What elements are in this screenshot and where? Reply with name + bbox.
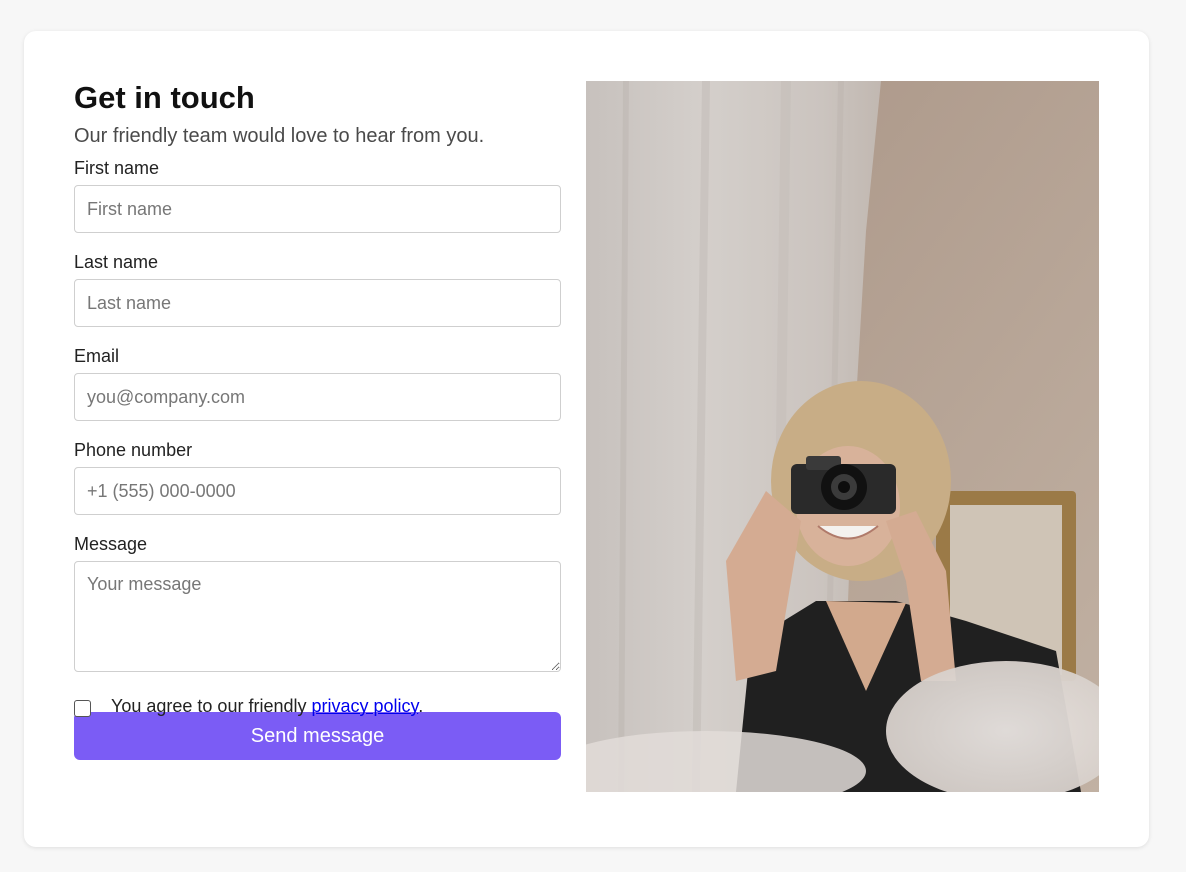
- phone-group: Phone number: [74, 439, 561, 515]
- phone-label: Phone number: [74, 440, 193, 460]
- privacy-agree-text: You agree to our friendly privacy policy…: [111, 695, 423, 717]
- privacy-agree-row: You agree to our friendly privacy policy…: [74, 694, 561, 720]
- message-group: Message: [74, 533, 561, 672]
- email-group: Email: [74, 345, 561, 421]
- first-name-input[interactable]: [74, 185, 561, 233]
- form-fields: First name Last name Email Phone number …: [74, 157, 561, 672]
- privacy-agree-suffix: .: [418, 696, 424, 716]
- page-title: Get in touch: [74, 80, 255, 115]
- first-name-group: First name: [74, 157, 561, 233]
- last-name-label: Last name: [74, 252, 159, 272]
- first-name-label: First name: [74, 158, 160, 178]
- last-name-input[interactable]: [74, 279, 561, 327]
- email-input[interactable]: [74, 373, 561, 421]
- page-subtitle: Our friendly team would love to hear fro…: [74, 125, 485, 147]
- message-textarea[interactable]: [74, 561, 561, 672]
- privacy-policy-link[interactable]: privacy policy: [311, 696, 418, 716]
- message-label: Message: [74, 534, 148, 554]
- contact-form: Get in touch Our friendly team would lov…: [74, 79, 561, 760]
- privacy-checkbox[interactable]: [74, 700, 91, 717]
- photo-illustration: [586, 81, 1099, 792]
- contact-card: Get in touch Our friendly team would lov…: [24, 31, 1149, 847]
- hero-photo: [586, 81, 1099, 792]
- phone-input[interactable]: [74, 467, 561, 515]
- last-name-group: Last name: [74, 251, 561, 327]
- email-label: Email: [74, 346, 120, 366]
- privacy-agree-prefix: You agree to our friendly: [111, 696, 312, 716]
